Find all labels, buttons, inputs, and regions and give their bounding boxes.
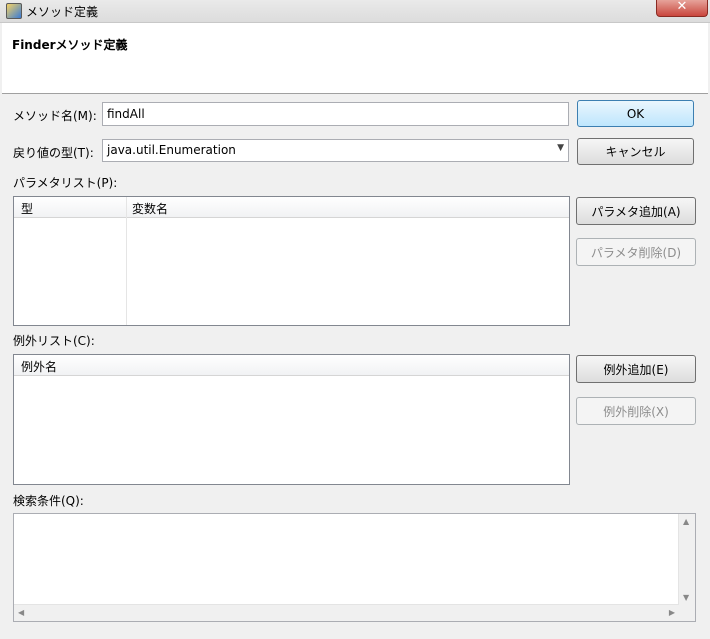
- exception-table[interactable]: 例外名: [13, 354, 570, 485]
- exception-table-header: 例外名: [14, 355, 569, 376]
- scroll-down-arrow-icon[interactable]: ▼: [683, 593, 689, 602]
- param-add-button[interactable]: パラメタ追加(A): [576, 197, 696, 225]
- method-name-label: メソッド名(M):: [13, 109, 97, 123]
- return-type-value: java.util.Enumeration: [107, 143, 236, 157]
- method-name-input[interactable]: [102, 102, 569, 126]
- close-button[interactable]: ✕: [656, 0, 708, 17]
- window-title: メソッド定義: [26, 5, 99, 19]
- ok-button[interactable]: OK: [577, 100, 694, 127]
- chevron-down-icon[interactable]: ▼: [557, 143, 564, 153]
- header-panel: Finderメソッド定義: [2, 23, 708, 94]
- search-cond-label: 検索条件(Q):: [13, 494, 84, 508]
- param-list-label: パラメタリスト(P):: [13, 176, 118, 190]
- param-table[interactable]: 型 変数名: [13, 196, 570, 326]
- column-divider[interactable]: [126, 197, 127, 217]
- exception-add-button[interactable]: 例外追加(E): [576, 355, 696, 383]
- dialog-heading: Finderメソッド定義: [12, 38, 128, 52]
- search-cond-textarea[interactable]: ▲ ▼ ◀ ▶: [13, 513, 696, 622]
- return-type-label: 戻り値の型(T):: [13, 146, 94, 160]
- exception-list-label: 例外リスト(C):: [13, 334, 95, 348]
- scroll-corner: [679, 605, 695, 621]
- scroll-up-arrow-icon[interactable]: ▲: [683, 517, 689, 526]
- exception-delete-button: 例外削除(X): [576, 397, 696, 425]
- cancel-button[interactable]: キャンセル: [577, 138, 694, 165]
- param-table-header: 型 変数名: [14, 197, 569, 218]
- exception-col-name[interactable]: 例外名: [21, 358, 57, 375]
- title-bar: メソッド定義 ✕: [0, 0, 710, 23]
- app-icon: [6, 3, 22, 19]
- param-delete-button: パラメタ削除(D): [576, 238, 696, 266]
- scroll-left-arrow-icon[interactable]: ◀: [18, 608, 24, 617]
- scroll-right-arrow-icon[interactable]: ▶: [669, 608, 675, 617]
- vertical-scrollbar[interactable]: ▲ ▼: [678, 514, 695, 605]
- horizontal-scrollbar[interactable]: ◀ ▶: [14, 604, 679, 621]
- return-type-combo[interactable]: java.util.Enumeration ▼: [102, 139, 569, 162]
- param-col-varname[interactable]: 変数名: [132, 200, 168, 217]
- column-grid-line: [126, 217, 127, 325]
- param-col-type[interactable]: 型: [21, 200, 33, 217]
